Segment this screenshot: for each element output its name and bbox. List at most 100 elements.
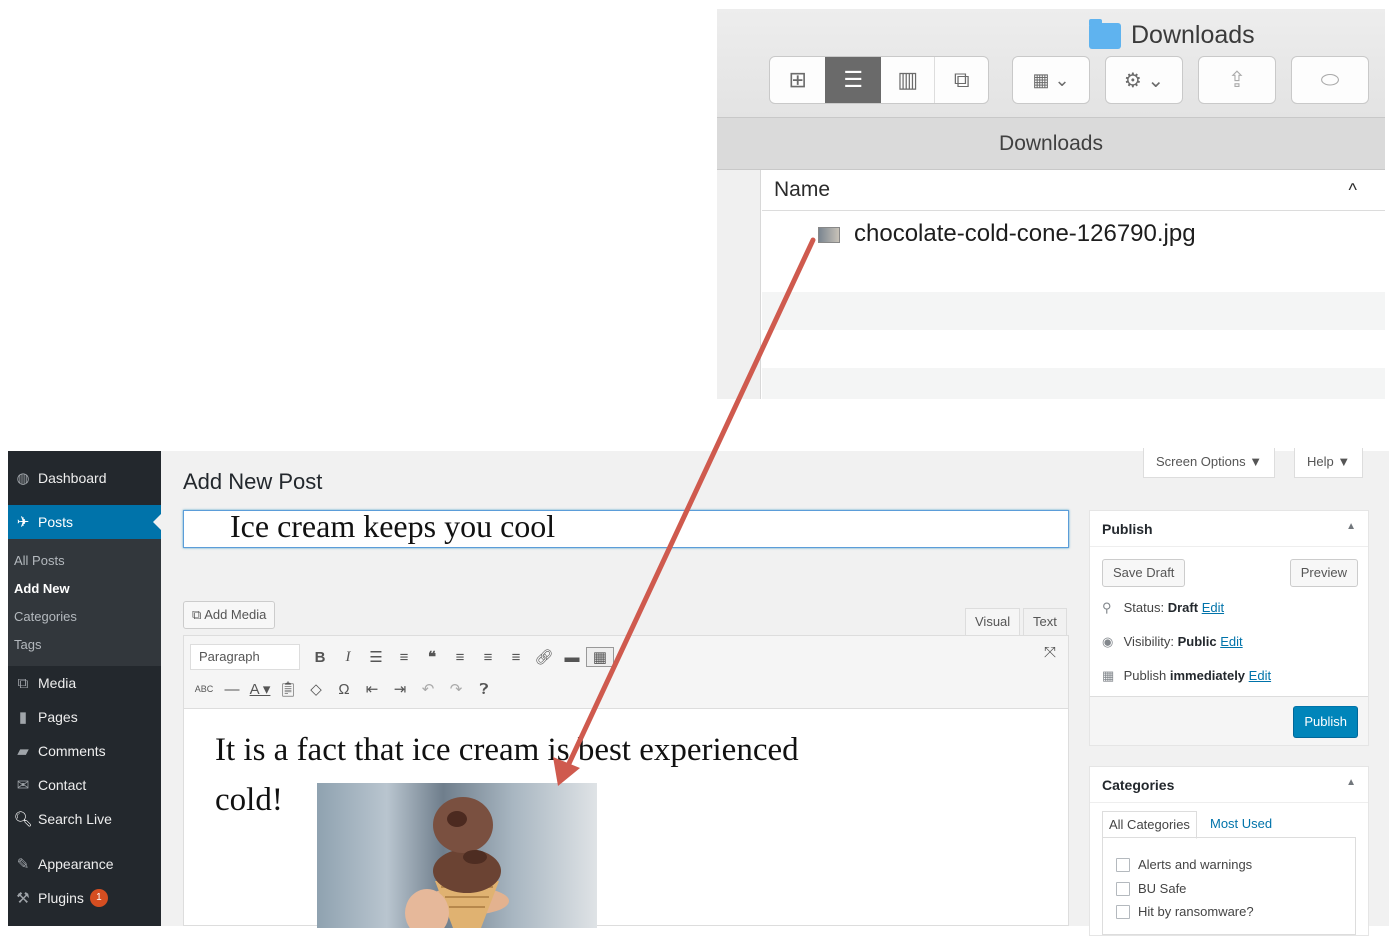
screen-options-button[interactable]: Screen Options ▼ bbox=[1143, 448, 1276, 478]
paste-text-icon[interactable]: 📋︎ bbox=[274, 680, 302, 698]
sidebar-label: Plugins bbox=[38, 890, 84, 906]
finder-titlebar: Downloads ⊞ ☰ ▥ ⧉ ▦ ⌄ ⚙ ⌄ ⇪ ⬭ bbox=[717, 9, 1385, 117]
sidebar-label: Posts bbox=[38, 514, 74, 530]
status-value: Draft bbox=[1167, 600, 1199, 615]
link-icon[interactable]: 🔗︎ bbox=[530, 648, 558, 666]
name-column-label: Name bbox=[774, 178, 831, 201]
icon-view-icon[interactable]: ⊞ bbox=[770, 57, 825, 103]
bold-icon[interactable]: B bbox=[306, 649, 334, 666]
file-row[interactable]: chocolate-cold-cone-126790.jpg bbox=[762, 215, 1385, 253]
sidebar-item-contact[interactable]: ✉ Contact bbox=[8, 768, 161, 802]
file-name: chocolate-cold-cone-126790.jpg bbox=[854, 220, 1196, 247]
current-indicator bbox=[153, 514, 161, 530]
eye-icon: ◉ bbox=[1102, 634, 1114, 649]
list-view-icon[interactable]: ☰ bbox=[825, 57, 881, 103]
sidebar-item-media[interactable]: ⧉ Media bbox=[8, 666, 161, 700]
collapse-toggle-icon[interactable]: ▲ bbox=[1346, 521, 1356, 532]
sidebar-label: Comments bbox=[38, 743, 106, 759]
italic-icon[interactable]: I bbox=[334, 649, 362, 666]
category-item[interactable]: BU Safe bbox=[1116, 881, 1186, 896]
pin-icon: ✈ bbox=[16, 514, 30, 531]
sidebar-item-appearance[interactable]: ✎ Appearance bbox=[8, 847, 161, 881]
category-item[interactable]: Hit by ransomware? bbox=[1116, 904, 1254, 919]
arrange-button[interactable]: ▦ ⌄ bbox=[1012, 56, 1090, 104]
text-color-icon[interactable]: A ▾ bbox=[246, 680, 274, 698]
plugin-icon: ⚒ bbox=[16, 890, 30, 907]
visibility-label: Visibility: bbox=[1123, 634, 1174, 649]
clear-formatting-icon[interactable]: ◇ bbox=[302, 680, 330, 698]
align-center-icon[interactable]: ≡ bbox=[474, 649, 502, 666]
outdent-icon[interactable]: ⇤ bbox=[358, 680, 386, 698]
collapse-toggle-icon[interactable]: ▲ bbox=[1346, 777, 1356, 788]
add-media-button[interactable]: ⧉ Add Media bbox=[183, 601, 276, 629]
editor-toolbar: Paragraph B I ☰ ≡ ❝ ≡ ≡ ≡ 🔗︎ ▬ ▦ ⤧ ABC —… bbox=[183, 635, 1069, 709]
post-editor-screen: Screen Options ▼ Help ▼ Add New Post Ice… bbox=[161, 448, 1389, 936]
publish-button[interactable]: Publish bbox=[1293, 706, 1358, 738]
submenu-all-posts[interactable]: All Posts bbox=[14, 553, 65, 568]
sidebar-item-plugins[interactable]: ⚒ Plugins 1 bbox=[8, 881, 161, 915]
share-button[interactable]: ⇪ bbox=[1198, 56, 1276, 104]
tags-button[interactable]: ⬭ bbox=[1291, 56, 1369, 104]
align-left-icon[interactable]: ≡ bbox=[446, 649, 474, 666]
submenu-add-new[interactable]: Add New bbox=[14, 581, 70, 596]
tab-visual[interactable]: Visual bbox=[965, 608, 1021, 636]
fullscreen-icon[interactable]: ⤧ bbox=[1044, 644, 1056, 661]
category-label: BU Safe bbox=[1138, 881, 1187, 896]
indent-icon[interactable]: ⇥ bbox=[386, 680, 414, 698]
align-right-icon[interactable]: ≡ bbox=[502, 649, 530, 666]
tab-text[interactable]: Text bbox=[1023, 608, 1067, 636]
gear-icon: ⚙ ⌄ bbox=[1123, 69, 1165, 92]
checkbox[interactable] bbox=[1116, 904, 1130, 919]
mail-icon: ✉ bbox=[16, 777, 30, 794]
strikethrough-icon[interactable]: ABC bbox=[190, 684, 218, 694]
checkbox[interactable] bbox=[1116, 857, 1130, 872]
publish-box: Publish ▲ Save Draft Preview ⚲ Status: D… bbox=[1089, 510, 1369, 746]
schedule-edit-link[interactable]: Edit bbox=[1249, 668, 1271, 683]
finder-title-label: Downloads bbox=[1131, 21, 1255, 49]
help-icon[interactable]: ❓︎ bbox=[470, 681, 498, 698]
bullet-list-icon[interactable]: ☰ bbox=[362, 648, 390, 666]
help-button[interactable]: Help ▼ bbox=[1294, 448, 1364, 478]
editor-content-area[interactable]: It is a fact that ice cream is best expe… bbox=[183, 709, 1069, 928]
sidebar-label: Search Live bbox=[38, 811, 112, 827]
visibility-edit-link[interactable]: Edit bbox=[1220, 634, 1242, 649]
special-character-icon[interactable]: Ω bbox=[330, 681, 358, 698]
schedule-row: ▦ Publish immediately Edit bbox=[1102, 668, 1271, 684]
sidebar-label: Pages bbox=[38, 709, 78, 725]
redo-icon[interactable]: ↷ bbox=[442, 680, 470, 698]
finder-window: Downloads ⊞ ☰ ▥ ⧉ ▦ ⌄ ⚙ ⌄ ⇪ ⬭ Downloads … bbox=[717, 9, 1385, 399]
pin-icon: ⚲ bbox=[1102, 600, 1112, 615]
undo-icon[interactable]: ↶ bbox=[414, 680, 442, 698]
action-button[interactable]: ⚙ ⌄ bbox=[1105, 56, 1183, 104]
ice-cream-cone-image[interactable] bbox=[317, 783, 597, 928]
sidebar-item-comments[interactable]: ▰ Comments bbox=[8, 734, 161, 768]
sidebar-item-posts[interactable]: ✈ Posts bbox=[8, 505, 161, 539]
ice-cream-drawing bbox=[405, 797, 509, 928]
save-draft-button[interactable]: Save Draft bbox=[1102, 559, 1186, 587]
format-select[interactable]: Paragraph bbox=[190, 644, 300, 670]
update-count-badge: 1 bbox=[89, 889, 108, 907]
submenu-categories[interactable]: Categories bbox=[14, 609, 77, 624]
sidebar-item-pages[interactable]: ▮ Pages bbox=[8, 700, 161, 734]
horizontal-line-icon[interactable]: — bbox=[218, 681, 246, 698]
tab-most-used[interactable]: Most Used bbox=[1204, 811, 1278, 837]
tab-all-categories[interactable]: All Categories bbox=[1102, 811, 1197, 839]
blockquote-icon[interactable]: ❝ bbox=[418, 648, 446, 666]
column-view-icon[interactable]: ▥ bbox=[881, 57, 935, 103]
numbered-list-icon[interactable]: ≡ bbox=[390, 649, 418, 666]
cover-flow-icon[interactable]: ⧉ bbox=[934, 57, 988, 103]
toolbar-toggle-icon[interactable]: ▦ bbox=[586, 647, 614, 667]
sidebar-item-search-live[interactable]: 🔍︎ Search Live bbox=[8, 802, 161, 836]
status-edit-link[interactable]: Edit bbox=[1202, 600, 1224, 615]
preview-button[interactable]: Preview bbox=[1289, 559, 1358, 587]
name-column-header[interactable]: Name ^ bbox=[762, 170, 1385, 211]
paragraph-line: It is a fact that ice cream is best expe… bbox=[215, 732, 799, 768]
category-item[interactable]: Alerts and warnings bbox=[1116, 857, 1252, 872]
read-more-icon[interactable]: ▬ bbox=[558, 649, 586, 666]
status-row: ⚲ Status: Draft Edit bbox=[1102, 600, 1224, 616]
categories-box: Categories ▲ All Categories Most Used Al… bbox=[1089, 766, 1369, 936]
checkbox[interactable] bbox=[1116, 881, 1130, 896]
submenu-tags[interactable]: Tags bbox=[14, 637, 41, 652]
post-title-input[interactable]: Ice cream keeps you cool bbox=[183, 510, 1069, 548]
sidebar-item-dashboard[interactable]: ◍ Dashboard bbox=[8, 461, 161, 495]
